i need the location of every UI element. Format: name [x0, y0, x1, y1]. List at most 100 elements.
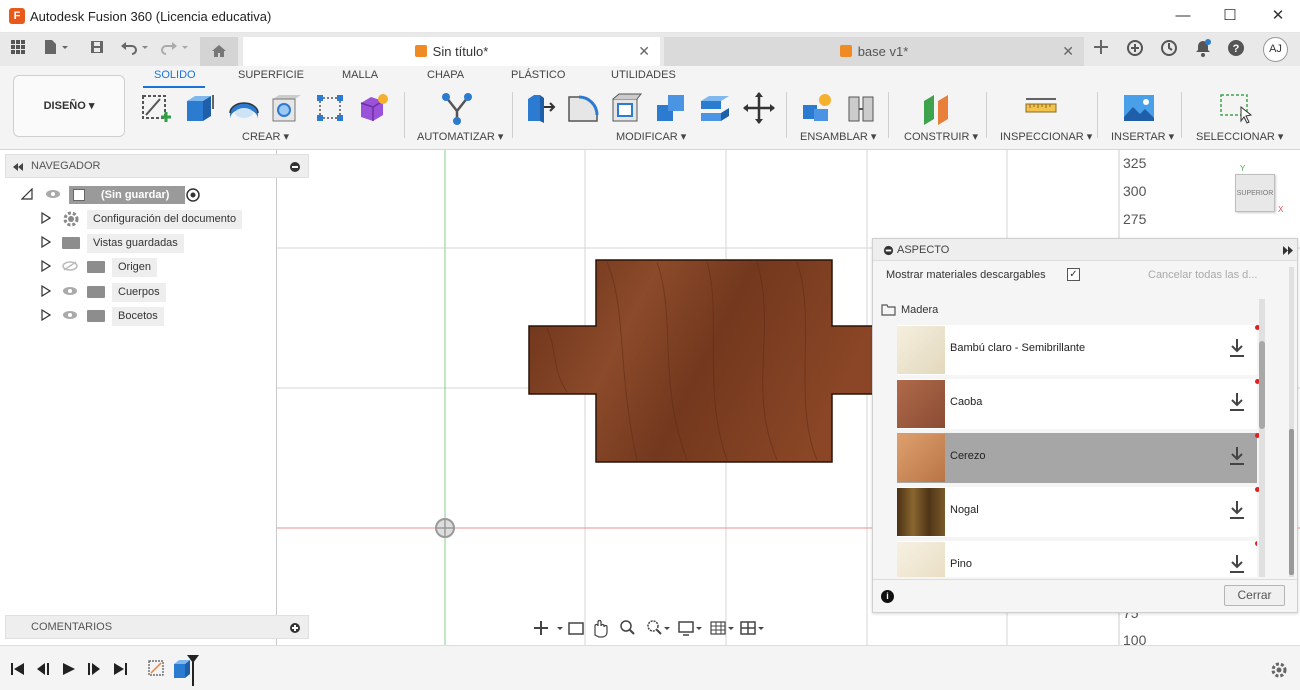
combine-icon[interactable] [654, 91, 688, 125]
close-tab-icon[interactable]: ✕ [638, 37, 650, 66]
minimize-panel-icon [883, 245, 894, 256]
user-avatar[interactable]: AJ [1263, 37, 1288, 62]
help-icon[interactable]: ? [1225, 39, 1247, 61]
timeline-settings-gear-icon [1271, 662, 1287, 678]
undo-icon[interactable] [118, 39, 152, 61]
group-inspeccionar[interactable]: INSPECCIONAR ▾ [1000, 130, 1092, 143]
tab-label: base v1* [857, 44, 909, 59]
extrude-icon[interactable] [183, 91, 217, 125]
material-name: Pino [950, 558, 973, 570]
insert-image-icon[interactable] [1122, 91, 1156, 125]
tree-item-label: Cuerpos [112, 283, 166, 302]
materials-scrollbar-thumb[interactable] [1259, 341, 1265, 429]
svg-text:?: ? [1233, 43, 1240, 55]
appearance-title: ASPECTO [897, 244, 950, 256]
info-icon[interactable]: i [881, 590, 894, 603]
tree-item-bocetos[interactable]: Bocetos [41, 306, 261, 326]
redo-icon[interactable] [158, 39, 192, 61]
view-cube[interactable]: SUPERIOR [1235, 174, 1275, 212]
measure-icon[interactable] [1024, 91, 1058, 125]
joint-icon[interactable] [844, 91, 878, 125]
close-tab-icon[interactable]: ✕ [1062, 37, 1074, 66]
comments-panel-header[interactable]: COMENTARIOS [5, 615, 309, 639]
group-separator [1097, 92, 1098, 138]
tree-item-origen[interactable]: Origen [41, 257, 261, 277]
activate-radio-icon [186, 188, 200, 202]
group-automatizar[interactable]: AUTOMATIZAR ▾ [417, 130, 503, 143]
revolve-icon[interactable] [227, 91, 261, 125]
show-downloadable-checkbox[interactable]: ✓ [1067, 268, 1080, 281]
close-window-button[interactable]: ✕ [1263, 6, 1293, 26]
move-icon[interactable] [742, 91, 776, 125]
maximize-button[interactable]: ☐ [1215, 6, 1245, 26]
notifications-icon[interactable] [1192, 39, 1214, 61]
form-icon[interactable] [357, 91, 391, 125]
tab-malla[interactable]: MALLA [342, 69, 378, 81]
timeline-sketch-icon [148, 660, 164, 676]
category-madera[interactable]: Madera [901, 304, 938, 316]
shell-icon[interactable] [610, 91, 644, 125]
offset-plane-icon[interactable] [920, 91, 954, 125]
home-button[interactable] [200, 37, 238, 66]
group-seleccionar[interactable]: SELECCIONAR ▾ [1196, 130, 1283, 143]
tab-plastico[interactable]: PLÁSTICO [511, 69, 565, 81]
cancel-all-downloads-link[interactable]: Cancelar todas las d... [1148, 269, 1257, 281]
eye-icon [46, 190, 60, 198]
new-component-icon[interactable] [800, 91, 834, 125]
navigator-header[interactable]: NAVEGADOR [5, 154, 309, 178]
hole-icon[interactable] [270, 91, 304, 125]
panel-scrollbar-thumb[interactable] [1289, 429, 1294, 575]
tree-item-label: Configuración del documento [87, 210, 243, 229]
download-icon [1230, 339, 1244, 357]
close-button[interactable]: Cerrar [1224, 585, 1285, 606]
tree-item-vistas[interactable]: Vistas guardadas [41, 233, 261, 253]
material-bambu[interactable]: Bambú claro - Semibrillante [897, 325, 1260, 375]
group-crear[interactable]: CREAR ▾ [242, 130, 289, 143]
create-sketch-icon[interactable] [140, 91, 174, 125]
tree-item-configuracion[interactable]: Configuración del documento [41, 209, 261, 229]
tab-utilidades[interactable]: UTILIDADES [611, 69, 676, 81]
tab-superficie[interactable]: SUPERFICIE [238, 69, 304, 81]
collapsed-arrow-icon [41, 309, 51, 321]
folder-icon [87, 286, 105, 298]
group-insertar[interactable]: INSERTAR ▾ [1111, 130, 1174, 143]
material-caoba[interactable]: Caoba [897, 379, 1260, 429]
new-tab-icon[interactable] [1090, 39, 1112, 61]
tab-sin-titulo[interactable]: Sin título* ✕ [243, 37, 660, 66]
save-icon[interactable] [86, 39, 108, 61]
workspace-switcher-button[interactable]: DISEÑO ▾ [13, 75, 125, 137]
material-nogal[interactable]: Nogal [897, 487, 1260, 537]
job-status-icon[interactable] [1158, 39, 1180, 61]
axis-y-label: Y [1240, 164, 1246, 173]
apps-grid-icon[interactable] [7, 39, 29, 61]
select-icon[interactable] [1219, 91, 1253, 125]
file-menu-icon[interactable] [40, 39, 72, 61]
pattern-icon[interactable] [313, 91, 347, 125]
comments-title: COMENTARIOS [31, 621, 113, 633]
fillet-icon[interactable] [566, 91, 600, 125]
play-icon [63, 663, 75, 675]
group-construir[interactable]: CONSTRUIR ▾ [904, 130, 978, 143]
offset-face-icon[interactable] [698, 91, 732, 125]
material-thumbnail [897, 488, 945, 536]
tab-base-v1[interactable]: base v1* ✕ [664, 37, 1084, 66]
tree-root[interactable]: (Sin guardar) [21, 185, 221, 205]
material-thumbnail [897, 434, 945, 482]
tab-solido[interactable]: SOLIDO [154, 69, 196, 81]
automate-icon[interactable] [440, 91, 474, 125]
folder-icon [87, 310, 105, 322]
press-pull-icon[interactable] [522, 91, 556, 125]
extensions-icon[interactable] [1124, 39, 1146, 61]
download-icon [1230, 393, 1244, 411]
appearance-header[interactable]: ASPECTO [873, 239, 1297, 261]
tree-item-cuerpos[interactable]: Cuerpos [41, 282, 261, 302]
material-pino[interactable]: Pino [897, 541, 1257, 577]
tab-chapa[interactable]: CHAPA [427, 69, 464, 81]
fusion-logo-icon: F [9, 8, 25, 24]
group-ensamblar[interactable]: ENSAMBLAR ▾ [800, 130, 876, 143]
material-cerezo[interactable]: Cerezo [897, 433, 1260, 483]
group-modificar[interactable]: MODIFICAR ▾ [616, 130, 686, 143]
minimize-button[interactable]: — [1168, 6, 1198, 26]
material-name: Caoba [950, 396, 983, 408]
timeline-marker-icon [187, 655, 199, 686]
